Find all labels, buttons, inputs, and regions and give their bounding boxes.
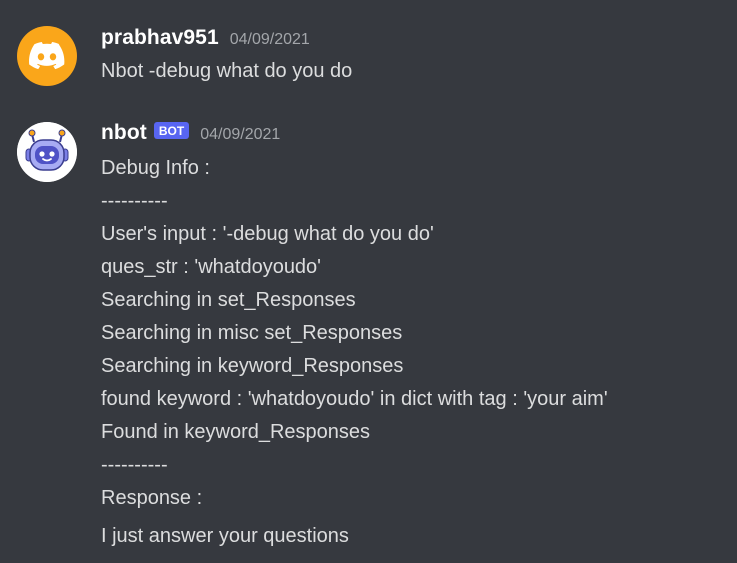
message-header: nbot BOT 04/09/2021 (101, 121, 280, 145)
message-reply: I just answer your questions (101, 525, 349, 547)
message-line: Nbot -debug what do you do (101, 60, 353, 82)
username[interactable]: prabhav951 (101, 26, 219, 50)
discord-logo-icon (29, 42, 65, 70)
message-line: Searching in set_Responses (101, 289, 356, 311)
message-line: Searching in misc set_Responses (101, 322, 403, 344)
avatar[interactable] (17, 122, 77, 182)
timestamp[interactable]: 04/09/2021 (230, 31, 310, 49)
message-line: Response : (101, 487, 203, 509)
message-line: User's input : '-debug what do you do' (101, 223, 434, 245)
message-line: Searching in keyword_Responses (101, 355, 404, 377)
message-content: Debug Info : ---------- User's input : '… (101, 152, 608, 515)
message-header: prabhav951 04/09/2021 (101, 26, 310, 50)
message-line: ---------- (101, 190, 168, 212)
robot-icon (17, 122, 77, 182)
bot-badge: BOT (153, 122, 190, 139)
timestamp[interactable]: 04/09/2021 (200, 126, 280, 144)
message-line: ---------- (101, 454, 168, 476)
message-line: ques_str : 'whatdoyoudo' (101, 256, 321, 278)
message-line: Debug Info : (101, 157, 210, 179)
username[interactable]: nbot (101, 121, 147, 145)
message-content: Nbot -debug what do you do (101, 55, 352, 88)
message-line: Found in keyword_Responses (101, 421, 371, 443)
chat-view: prabhav951 04/09/2021 Nbot -debug what d… (0, 0, 737, 563)
message-line: found keyword : 'whatdoyoudo' in dict wi… (101, 388, 608, 410)
avatar[interactable] (17, 26, 77, 86)
